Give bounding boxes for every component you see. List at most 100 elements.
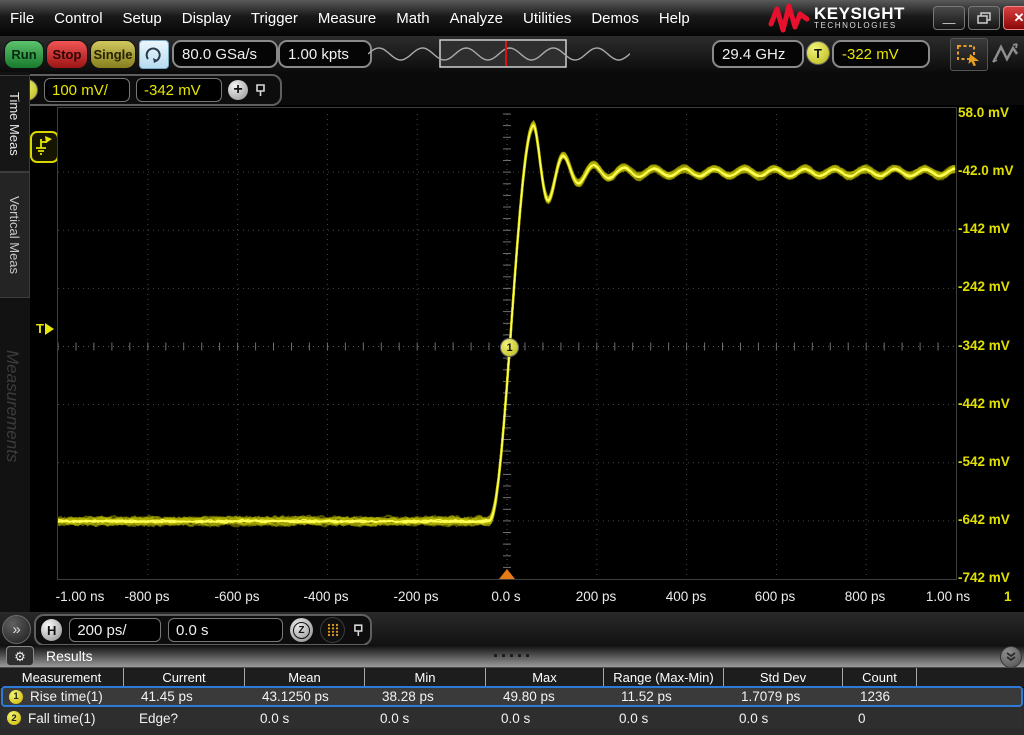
tab-vertical-meas[interactable]: Vertical Meas: [0, 172, 30, 298]
measurement-cell: 2 Fall time(1): [1, 711, 125, 726]
pin-icon[interactable]: [352, 623, 365, 638]
stddev-value: 1.7079 ps: [727, 689, 846, 704]
channel-ground-marker[interactable]: [30, 131, 59, 163]
column-header[interactable]: Std Dev: [724, 668, 843, 687]
segmented-memory-button[interactable]: [320, 617, 345, 643]
panel-drag-handle[interactable]: [494, 654, 529, 657]
results-settings-button[interactable]: ⚙: [6, 646, 34, 666]
y-axis-label: -642 mV: [958, 512, 1020, 527]
y-axis-label: -442 mV: [958, 396, 1020, 411]
column-header[interactable]: Measurement: [0, 668, 124, 687]
menu-math[interactable]: Math: [386, 10, 439, 27]
trigger-preview-strip[interactable]: [368, 39, 630, 69]
restore-icon: [977, 12, 991, 24]
x-axis-label: 1.00 ns: [926, 589, 970, 604]
waveform-display[interactable]: 1: [57, 107, 957, 580]
column-header[interactable]: Min: [365, 668, 486, 687]
max-value: 49.80 ps: [489, 689, 607, 704]
window-controls: — ✕: [930, 6, 1024, 30]
x-axis-label: -800 ps: [124, 589, 169, 604]
measurements-watermark: Measurements: [2, 350, 22, 462]
selection-rect-icon: [956, 44, 982, 66]
collapse-results-button[interactable]: [1000, 646, 1022, 668]
ground-symbol-icon: [32, 133, 53, 157]
keysight-spark-icon: [768, 2, 810, 34]
mean-value: 0.0 s: [246, 711, 366, 726]
expand-panel-button[interactable]: »: [2, 615, 31, 644]
brand-name: KEYSIGHT: [814, 6, 905, 21]
x-axis-label: 400 ps: [666, 589, 707, 604]
curved-arrow-icon: [145, 47, 163, 63]
menu-measure[interactable]: Measure: [308, 10, 386, 27]
menu-trigger[interactable]: Trigger: [241, 10, 308, 27]
oscilloscope-app: File Control Setup Display Trigger Measu…: [0, 0, 1024, 735]
trigger-badge[interactable]: T: [806, 41, 830, 65]
mean-value: 43.1250 ps: [248, 689, 368, 704]
menu-analyze[interactable]: Analyze: [440, 10, 513, 27]
channel-1-edge-marker[interactable]: 1: [500, 338, 519, 357]
menu-demos[interactable]: Demos: [581, 10, 649, 27]
stddev-value: 0.0 s: [725, 711, 844, 726]
table-row-fall-time[interactable]: 2 Fall time(1) Edge? 0.0 s 0.0 s 0.0 s 0…: [1, 708, 1023, 728]
menu-control[interactable]: Control: [44, 10, 112, 27]
trigger-level-box[interactable]: -322 mV: [832, 40, 930, 68]
column-header[interactable]: Current: [124, 668, 245, 687]
trigger-time-marker[interactable]: [499, 569, 515, 579]
zoom-button[interactable]: Z: [290, 618, 313, 642]
measurement-2-badge: 2: [7, 711, 21, 725]
touch-button[interactable]: [139, 40, 169, 69]
bandwidth-box[interactable]: 29.4 GHz: [712, 40, 804, 68]
range-value: 0.0 s: [605, 711, 725, 726]
results-table-header: Measurement Current Mean Min Max Range (…: [0, 667, 1024, 688]
column-header[interactable]: Count: [843, 668, 917, 687]
table-row-rise-time[interactable]: 1 Rise time(1) 41.45 ps 43.1250 ps 38.28…: [1, 686, 1023, 707]
x-axis-label: -200 ps: [393, 589, 438, 604]
menu-file[interactable]: File: [0, 10, 44, 27]
menu-setup[interactable]: Setup: [113, 10, 172, 27]
tab-time-meas[interactable]: Time Meas: [0, 75, 30, 172]
add-channel-button[interactable]: +: [228, 80, 248, 100]
min-value: 38.28 ps: [368, 689, 489, 704]
stop-button[interactable]: Stop: [46, 40, 88, 69]
dotted-columns-icon: [326, 623, 340, 637]
y-axis-label: -142 mV: [958, 221, 1020, 236]
gear-icon: ⚙: [14, 650, 26, 663]
menu-display[interactable]: Display: [172, 10, 241, 27]
results-panel-header[interactable]: ⚙ Results: [0, 645, 1024, 667]
x-axis-label: 600 ps: [755, 589, 796, 604]
channel-scale-box[interactable]: 100 mV/: [44, 78, 130, 102]
column-header[interactable]: Range (Max-Min): [604, 668, 724, 687]
x-axis-label: 800 ps: [845, 589, 886, 604]
waveform-pan-tool-button[interactable]: [988, 38, 1022, 69]
sample-rate-value: 80.0 GSa/s: [182, 46, 257, 63]
zoom-icon: Z: [293, 622, 310, 639]
pin-icon[interactable]: [254, 83, 267, 98]
column-header[interactable]: Mean: [245, 668, 365, 687]
y-axis-label: -542 mV: [958, 454, 1020, 469]
trigger-level-marker[interactable]: T: [36, 321, 54, 336]
zoom-select-tool-button[interactable]: [950, 38, 988, 71]
close-button[interactable]: ✕: [1003, 6, 1024, 30]
single-button[interactable]: Single: [90, 40, 136, 69]
y-axis-label: 58.0 mV: [958, 105, 1020, 120]
restore-button[interactable]: [968, 6, 1000, 30]
sample-rate-box[interactable]: 80.0 GSa/s: [172, 40, 278, 68]
minimize-button[interactable]: —: [933, 6, 965, 30]
timebase-scale-box[interactable]: 200 ps/: [69, 618, 161, 642]
x-axis-label: -1.00 ns: [56, 589, 105, 604]
menu-utilities[interactable]: Utilities: [513, 10, 581, 27]
memory-depth-box[interactable]: 1.00 kpts: [278, 40, 372, 68]
column-header[interactable]: Max: [486, 668, 604, 687]
timebase-position-value: 0.0 s: [176, 622, 209, 639]
menu-help[interactable]: Help: [649, 10, 700, 27]
channel-offset-box[interactable]: -342 mV: [136, 78, 222, 102]
keysight-logo: KEYSIGHT TECHNOLOGIES: [768, 2, 932, 34]
results-title: Results: [46, 648, 93, 664]
channel-scale-value: 100 mV/: [52, 82, 108, 99]
horizontal-badge[interactable]: H: [41, 619, 62, 641]
run-button[interactable]: Run: [4, 40, 44, 69]
y-axis-label: -42.0 mV: [958, 163, 1020, 178]
timebase-position-box[interactable]: 0.0 s: [168, 618, 283, 642]
x-axis-label: -400 ps: [303, 589, 348, 604]
count-value: 1236: [846, 689, 920, 704]
